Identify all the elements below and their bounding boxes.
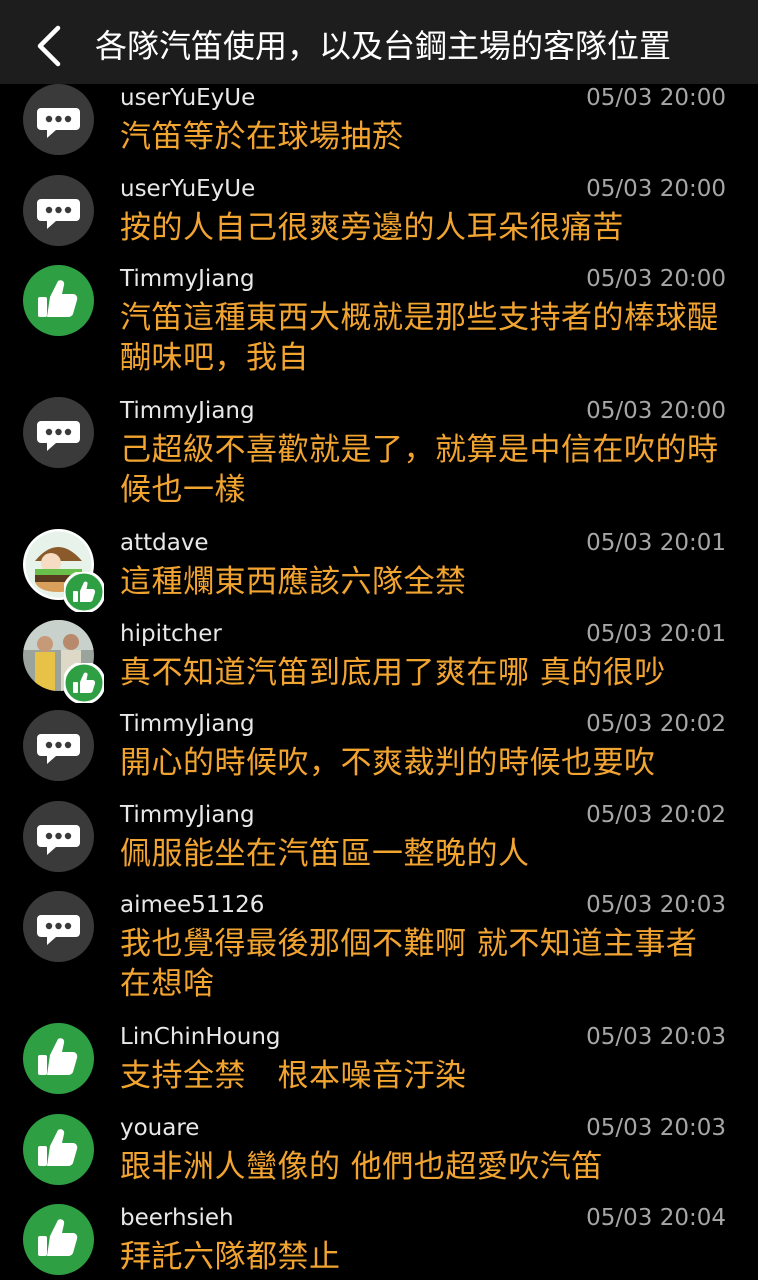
comment-icon — [23, 710, 94, 781]
thumbs-up-icon — [23, 1204, 94, 1275]
comment-text: 跟非洲人蠻像的 他們也超愛吹汽笛 — [120, 1149, 603, 1185]
thumbs-up-icon — [23, 1114, 94, 1185]
thumbs-up-badge-icon — [64, 663, 104, 703]
chevron-left-icon — [37, 25, 61, 67]
comment-timestamp: 05/03 20:04 — [586, 1205, 726, 1231]
thumbs-up-icon — [23, 1023, 94, 1094]
comment-username[interactable]: attdave — [120, 529, 209, 557]
comment-timestamp: 05/03 20:02 — [586, 711, 726, 737]
thumbs-up-badge-icon — [64, 572, 104, 612]
comment-text: 佩服能坐在汽笛區一整晚的人 — [120, 836, 530, 872]
comment-text: 真不知道汽笛到底用了爽在哪 真的很吵 — [120, 655, 666, 691]
comment-row: TimmyJiang 05/03 20:02 開心的時候吹，不爽裁判的時候也要吹 — [0, 710, 758, 801]
comment-username[interactable]: youare — [120, 1114, 199, 1142]
comment-icon — [23, 84, 94, 155]
comment-row: userYuEyUe 05/03 20:00 按的人自己很爽旁邊的人耳朵很痛苦 — [0, 175, 758, 265]
back-button[interactable] — [28, 18, 72, 74]
comment-text: 開心的時候吹，不爽裁判的時候也要吹 — [120, 745, 656, 781]
comment-text: 己超級不喜歡就是了，就算是中信在吹的時候也一樣 — [120, 432, 719, 508]
comment-username[interactable]: TimmyJiang — [120, 801, 255, 829]
comment-timestamp: 05/03 20:01 — [586, 530, 726, 556]
comment-timestamp: 05/03 20:03 — [586, 1024, 726, 1050]
comment-row: TimmyJiang 05/03 20:02 佩服能坐在汽笛區一整晚的人 — [0, 801, 758, 891]
thumbs-up-icon — [23, 265, 94, 336]
comment-username[interactable]: userYuEyUe — [120, 175, 255, 203]
user-avatar[interactable] — [23, 529, 104, 612]
comment-icon — [23, 801, 94, 872]
comment-row: beerhsieh 05/03 20:04 拜託六隊都禁止 — [0, 1204, 758, 1280]
comment-row: hipitcher 05/03 20:01 真不知道汽笛到底用了爽在哪 真的很吵 — [0, 620, 758, 710]
comment-list[interactable]: userYuEyUe 05/03 20:00 汽笛等於在球場抽菸 userYuE… — [0, 84, 758, 1280]
comment-text: 我也覺得最後那個不難啊 就不知道主事者在想啥 — [120, 926, 698, 1002]
comment-username[interactable]: userYuEyUe — [120, 84, 255, 112]
page-title: 各隊汽笛使用，以及台鋼主場的客隊位置 — [95, 27, 672, 65]
comment-username[interactable]: hipitcher — [120, 620, 222, 648]
comment-text: 汽笛這種東西大概就是那些支持者的棒球醍醐味吧，我自 — [120, 300, 719, 376]
comment-icon — [23, 175, 94, 246]
comment-icon — [23, 891, 94, 962]
user-avatar[interactable] — [23, 620, 104, 703]
comment-timestamp: 05/03 20:00 — [586, 398, 726, 424]
comment-row: userYuEyUe 05/03 20:00 汽笛等於在球場抽菸 — [0, 84, 758, 175]
comment-row: aimee51126 05/03 20:03 我也覺得最後那個不難啊 就不知道主… — [0, 891, 758, 1023]
comment-row: LinChinHoung 05/03 20:03 支持全禁 根本噪音汙染 — [0, 1023, 758, 1114]
comment-username[interactable]: LinChinHoung — [120, 1023, 281, 1051]
top-bar: 各隊汽笛使用，以及台鋼主場的客隊位置 — [0, 0, 758, 84]
comment-row: TimmyJiang 05/03 20:00 己超級不喜歡就是了，就算是中信在吹… — [0, 397, 758, 529]
comment-timestamp: 05/03 20:03 — [586, 892, 726, 918]
comment-username[interactable]: aimee51126 — [120, 891, 264, 919]
comment-text: 支持全禁 根本噪音汙染 — [120, 1058, 467, 1094]
comment-icon — [23, 397, 94, 468]
comment-username[interactable]: TimmyJiang — [120, 710, 255, 738]
comment-timestamp: 05/03 20:00 — [586, 176, 726, 202]
comment-timestamp: 05/03 20:03 — [586, 1115, 726, 1141]
comment-timestamp: 05/03 20:00 — [586, 266, 726, 292]
comment-text: 拜託六隊都禁止 — [120, 1239, 341, 1275]
comment-username[interactable]: TimmyJiang — [120, 397, 255, 425]
comment-timestamp: 05/03 20:02 — [586, 802, 726, 828]
comment-row: attdave 05/03 20:01 這種爛東西應該六隊全禁 — [0, 529, 758, 620]
comment-row: youare 05/03 20:03 跟非洲人蠻像的 他們也超愛吹汽笛 — [0, 1114, 758, 1204]
comment-username[interactable]: beerhsieh — [120, 1204, 234, 1232]
comment-username[interactable]: TimmyJiang — [120, 265, 255, 293]
comment-text: 這種爛東西應該六隊全禁 — [120, 564, 467, 600]
comment-text: 汽笛等於在球場抽菸 — [120, 119, 404, 155]
comment-row: TimmyJiang 05/03 20:00 汽笛這種東西大概就是那些支持者的棒… — [0, 265, 758, 397]
comment-timestamp: 05/03 20:01 — [586, 621, 726, 647]
comment-text: 按的人自己很爽旁邊的人耳朵很痛苦 — [120, 210, 624, 246]
comment-timestamp: 05/03 20:00 — [586, 85, 726, 111]
